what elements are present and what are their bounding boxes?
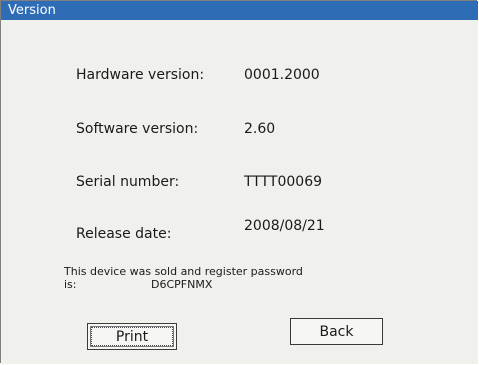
software-version-label: Software version: bbox=[76, 121, 199, 137]
hardware-version-label: Hardware version: bbox=[76, 67, 205, 83]
print-button[interactable]: Print bbox=[87, 323, 177, 350]
release-date-value: 2008/08/21 bbox=[244, 218, 325, 234]
version-dialog: Version Hardware version: 0001.2000 Soft… bbox=[0, 0, 478, 364]
dialog-body bbox=[1, 20, 478, 364]
serial-number-label: Serial number: bbox=[76, 174, 180, 190]
print-button-label: Print bbox=[115, 328, 149, 345]
software-version-value: 2.60 bbox=[244, 121, 276, 137]
register-password: D6CPFNMX bbox=[151, 278, 213, 291]
hardware-version-value: 0001.2000 bbox=[244, 67, 320, 83]
back-button[interactable]: Back bbox=[290, 318, 383, 345]
serial-number-value: TTTT00069 bbox=[244, 174, 323, 190]
back-button-label: Back bbox=[319, 323, 354, 340]
release-date-label: Release date: bbox=[76, 226, 172, 242]
title-bar: Version bbox=[1, 1, 478, 20]
window-title: Version bbox=[8, 3, 56, 18]
